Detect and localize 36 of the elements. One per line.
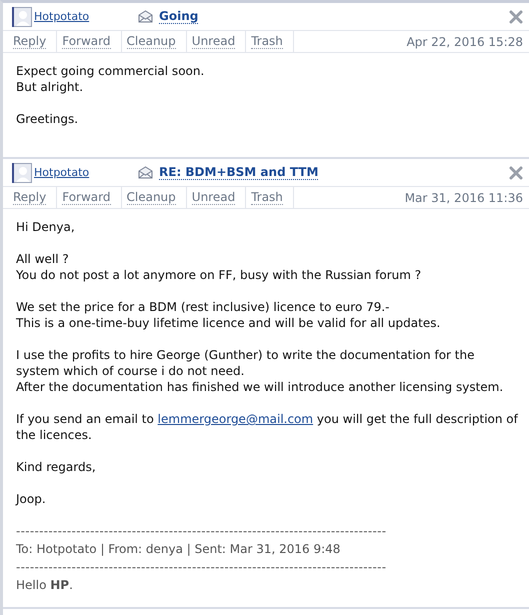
message-paragraph: If you send an email to lemmergeorge@mail.com you will get the full description of the licences. (16, 411, 520, 443)
quoted-header: To: Hotpotato | From: denya | Sent: Mar 31, 2016 9:48 (16, 541, 342, 558)
sender-link[interactable]: Hotpotato (34, 10, 138, 23)
action-link[interactable]: Forward (62, 34, 110, 49)
action-link[interactable]: Forward (62, 190, 110, 205)
message-paragraph: Greetings. (16, 111, 80, 127)
message-paragraph: Expect going commercial soon. But alright. (16, 63, 206, 95)
action-link[interactable]: Reply (13, 34, 46, 49)
action-link[interactable]: Cleanup (126, 34, 176, 49)
subject-link[interactable]: RE: BDM+BSM and TTM (159, 165, 318, 180)
action-link[interactable]: Reply (13, 190, 46, 205)
avatar-icon (12, 6, 32, 26)
dashed-separator: -------------------------------------------------------------------------------- (16, 559, 388, 575)
sender-link[interactable]: Hotpotato (34, 166, 138, 179)
subject-link[interactable]: Going (159, 9, 198, 24)
avatar-icon (12, 162, 32, 182)
message-paragraph: Joop. (16, 491, 47, 507)
quoted-text: Hello HP. (16, 577, 74, 593)
close-icon[interactable] (509, 10, 523, 24)
message-paragraph: We set the price for a BDM (rest inclusive) licence to euro 79.- This is a one-time-buy lifetime licence and will be valid for all updates. (16, 299, 442, 331)
action-link[interactable]: Cleanup (126, 190, 176, 205)
envelope-icon (138, 10, 153, 23)
message-paragraph: I use the profits to hire George (Gunther) to write the documentation for the system which of course i do not need. After the documentation has finished we will introduce another licensing system. (16, 347, 504, 395)
action-link[interactable]: Unread (192, 190, 236, 205)
message-paragraph: Hi Denya, (16, 219, 76, 235)
dashed-separator: -------------------------------------------------------------------------------- (16, 523, 388, 539)
envelope-icon (138, 166, 153, 179)
message-date: Mar 31, 2016 11:36 (404, 190, 523, 204)
message-paragraph: All well ? You do not post a lot anymore on FF, busy with the Russian forum ? (16, 251, 422, 283)
close-icon[interactable] (509, 166, 523, 180)
email-link[interactable]: lemmergeorge@mail.com (158, 412, 314, 426)
action-link[interactable]: Trash (251, 190, 283, 205)
message-date: Apr 22, 2016 15:28 (406, 34, 523, 48)
action-link[interactable]: Trash (251, 34, 283, 49)
action-link[interactable]: Unread (192, 34, 236, 49)
message-paragraph: Kind regards, (16, 459, 97, 475)
